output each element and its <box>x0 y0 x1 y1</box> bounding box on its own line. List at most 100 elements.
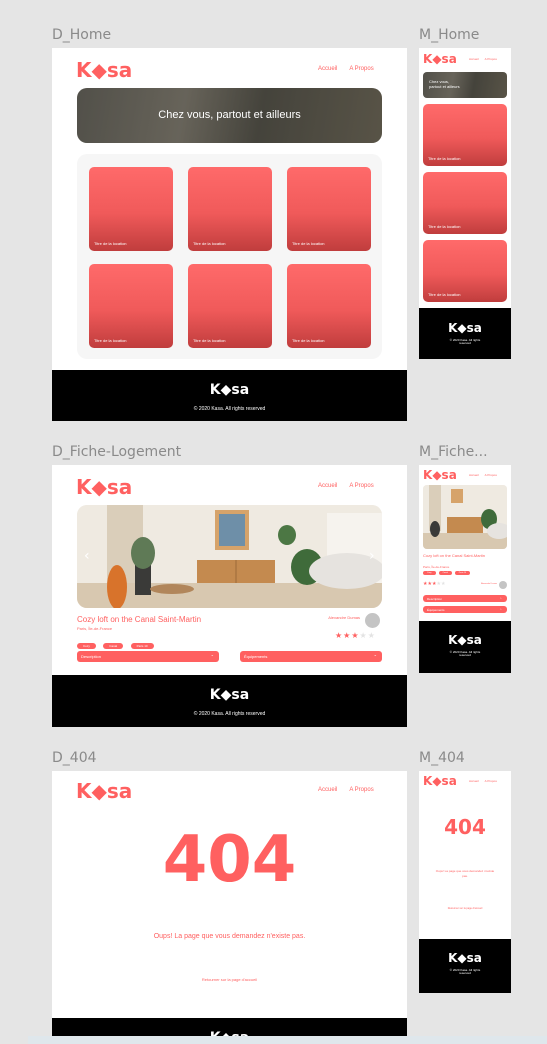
tag: Cozy <box>423 571 436 575</box>
location-card[interactable]: Titre de la location <box>423 240 507 302</box>
error-message: Oups! La page que vous demandez n'existe… <box>435 869 495 878</box>
kasa-logo[interactable]: K◆sa <box>423 774 457 788</box>
nav-about-link[interactable]: A Propos <box>349 483 373 489</box>
footer-copyright: © 2020 Kasa. All rights reserved <box>449 968 481 975</box>
footer-copyright: © 2020 Kasa. All rights reserved <box>193 406 266 412</box>
star-icon: ★ <box>367 631 376 640</box>
equipments-label: Équipements <box>427 607 445 612</box>
star-icon: ★ <box>335 631 344 640</box>
frame-label-m-home: M_Home <box>419 27 480 43</box>
chevron-right-icon: › <box>369 548 375 564</box>
house-icon: ◆ <box>457 633 467 647</box>
kasa-logo[interactable]: K◆sa <box>76 779 132 803</box>
location-card[interactable]: Titre de la location <box>188 264 272 348</box>
kasa-logo[interactable]: K◆sa <box>423 52 457 66</box>
card-title: Titre de la location <box>428 156 461 161</box>
house-icon: ◆ <box>220 382 232 398</box>
location-card[interactable]: Titre de la location <box>423 172 507 234</box>
location-card[interactable]: Titre de la location <box>287 167 371 251</box>
lodging-title: Cozy loft on the Canal Saint-Martin <box>77 615 202 624</box>
nav-home-link[interactable]: Accueil <box>318 787 337 793</box>
description-label: Description <box>81 654 102 659</box>
card-title: Titre de la location <box>428 292 461 297</box>
home-banner: Chez vous, partout et ailleurs <box>77 88 382 143</box>
mobile-404-frame: K◆sa Accueil A Propos 404 Oups! La page … <box>419 771 511 993</box>
error-message: Oups! La page que vous demandez n'existe… <box>153 933 306 940</box>
location-card[interactable]: Titre de la location <box>89 167 173 251</box>
site-footer: K◆sa © 2020 Kasa. All rights reserved <box>419 621 511 673</box>
nav-about-link[interactable]: A Propos <box>485 779 497 783</box>
back-home-link[interactable]: Retourner sur la page d'accueil <box>419 907 511 910</box>
frame-label-m-404: M_404 <box>419 750 465 766</box>
description-collapse[interactable]: Description ⌃ <box>423 595 507 602</box>
footer-logo: K◆sa <box>448 633 482 647</box>
frame-label-m-fiche: M_Fiche... <box>419 444 488 460</box>
nav-about-link[interactable]: A Propos <box>485 473 497 477</box>
house-icon: ◆ <box>91 475 107 499</box>
location-card[interactable]: Titre de la location <box>89 264 173 348</box>
site-footer: K◆sa © 2020 Kasa. All rights reserved <box>419 308 511 359</box>
lodging-location: Paris, Île-de-France <box>423 565 450 569</box>
tag: Paris 10 <box>454 571 471 575</box>
footer-logo: K◆sa <box>209 687 250 703</box>
card-title: Titre de la location <box>292 241 325 246</box>
rating-stars: ★★★★★ <box>423 581 445 587</box>
back-home-link[interactable]: Retourner sur la page d'accueil <box>52 977 407 982</box>
host-avatar <box>499 581 507 589</box>
desktop-404-frame: K◆sa Accueil A Propos 404 Oups! La page … <box>52 771 407 1044</box>
main-nav: Accueil A Propos <box>469 473 497 477</box>
card-title: Titre de la location <box>292 338 325 343</box>
banner-title: Chez vous, partout et ailleurs <box>429 79 460 89</box>
equipments-collapse[interactable]: Équipements ⌃ <box>423 606 507 613</box>
equipments-collapse[interactable]: Équipements ⌃ <box>240 651 382 662</box>
main-nav: Accueil A Propos <box>318 66 374 72</box>
nav-about-link[interactable]: A Propos <box>349 787 373 793</box>
rating-stars: ★★★★★ <box>335 631 376 640</box>
frame-label-d-404: D_404 <box>52 750 97 766</box>
tag: Cozy <box>77 643 96 649</box>
footer-logo: K◆sa <box>448 951 482 965</box>
footer-copyright: © 2020 Kasa. All rights reserved <box>449 650 481 657</box>
footer-logo: K◆sa <box>448 321 482 335</box>
mobile-fiche-frame: K◆sa Accueil A Propos Cozy loft on the C… <box>419 465 511 673</box>
star-icon: ★ <box>359 631 368 640</box>
star-icon: ★ <box>343 631 352 640</box>
error-code: 404 <box>162 823 297 897</box>
nav-home-link[interactable]: Accueil <box>469 473 479 477</box>
site-footer: K◆sa © 2020 Kasa. All rights reserved <box>419 939 511 993</box>
kasa-logo[interactable]: K◆sa <box>76 58 132 82</box>
interior-photo-illustration <box>423 485 507 549</box>
star-icon: ★ <box>351 631 360 640</box>
nav-about-link[interactable]: A Propos <box>349 66 373 72</box>
nav-about-link[interactable]: A Propos <box>485 57 497 61</box>
main-nav: Accueil A Propos <box>318 483 374 489</box>
lodging-title: Cozy loft on the Canal Saint-Martin <box>423 553 486 558</box>
house-icon: ◆ <box>432 468 442 482</box>
main-nav: Accueil A Propos <box>469 57 497 61</box>
tag: Canal <box>103 643 124 649</box>
house-icon: ◆ <box>91 779 107 803</box>
kasa-logo[interactable]: K◆sa <box>76 475 132 499</box>
lodging-location: Paris, Île-de-France <box>77 626 113 631</box>
kasa-logo[interactable]: K◆sa <box>423 468 457 482</box>
nav-home-link[interactable]: Accueil <box>469 57 479 61</box>
home-gallery: Titre de la location Titre de la locatio… <box>77 154 382 359</box>
site-footer: K◆sa © 2020 Kasa. All rights reserved <box>52 370 407 421</box>
tag: Paris 10 <box>130 643 154 649</box>
location-card[interactable]: Titre de la location <box>287 264 371 348</box>
nav-home-link[interactable]: Accueil <box>318 483 337 489</box>
house-icon: ◆ <box>432 52 442 66</box>
location-card[interactable]: Titre de la location <box>423 104 507 166</box>
nav-home-link[interactable]: Accueil <box>469 779 479 783</box>
card-title: Titre de la location <box>94 241 127 246</box>
description-collapse[interactable]: Description ⌃ <box>77 651 219 662</box>
frame-label-d-fiche: D_Fiche-Logement <box>52 444 182 460</box>
location-card[interactable]: Titre de la location <box>188 167 272 251</box>
canvas-bottom-strip <box>28 1036 547 1044</box>
card-title: Titre de la location <box>428 224 461 229</box>
home-banner: Chez vous, partout et ailleurs <box>423 72 507 98</box>
star-icon: ★ <box>440 581 446 587</box>
chevron-up-icon: ⌃ <box>373 654 377 659</box>
nav-home-link[interactable]: Accueil <box>318 66 337 72</box>
footer-logo: K◆sa <box>209 382 250 398</box>
